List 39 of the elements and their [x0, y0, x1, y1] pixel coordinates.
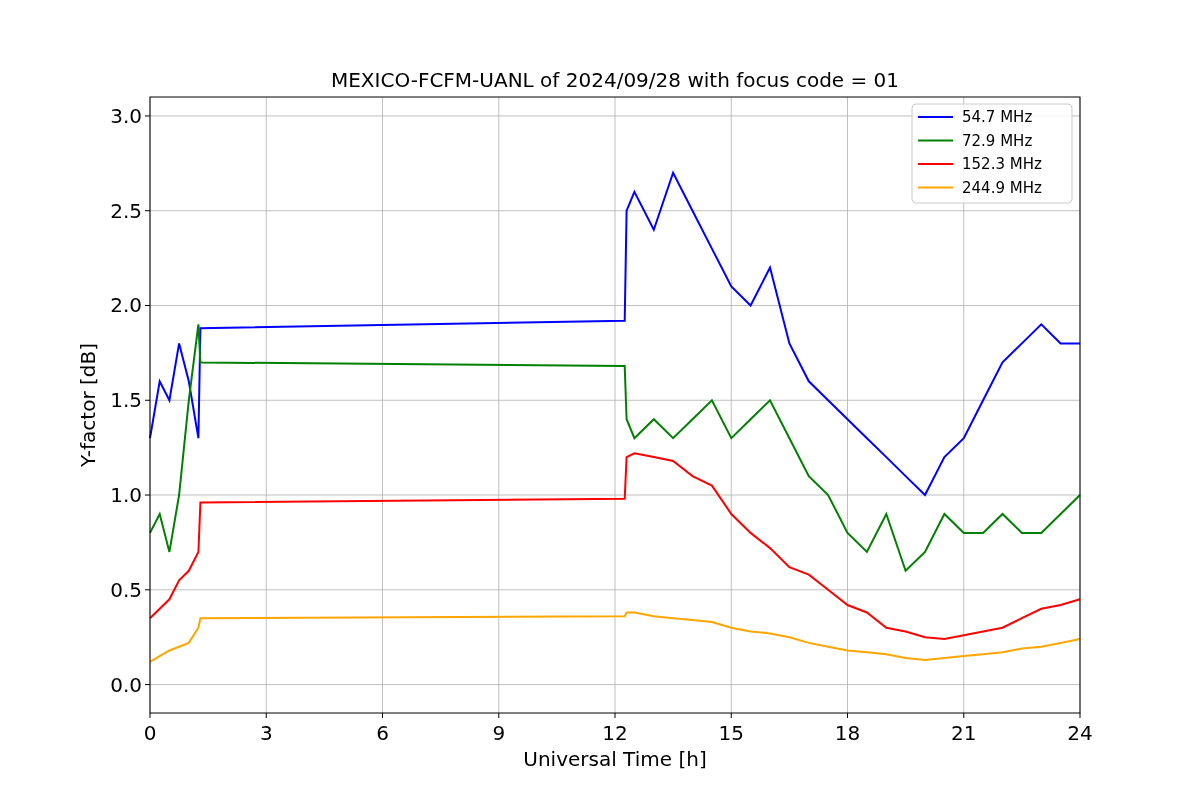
- y-tick-label: 0.0: [110, 672, 142, 697]
- legend-label: 244.9 MHz: [962, 178, 1042, 197]
- x-axis-label: Universal Time [h]: [523, 747, 707, 771]
- tick-mark: [144, 210, 151, 212]
- x-tick-label: 18: [834, 721, 861, 745]
- x-tick-label: 0: [143, 721, 157, 745]
- tick-mark: [265, 712, 267, 719]
- tick-mark: [847, 712, 848, 719]
- x-tick-label: 15: [718, 721, 744, 745]
- legend-label: 54.7 MHz: [962, 108, 1033, 126]
- x-tick-label: 6: [376, 721, 389, 745]
- y-tick-label: 3.0: [110, 103, 142, 128]
- tick-mark: [149, 712, 151, 719]
- x-tick-label: 3: [259, 721, 273, 745]
- chart-title: MEXICO-FCFM-UANL of 2024/09/28 with focus code = 01: [330, 68, 900, 92]
- x-tick-label: 21: [951, 721, 977, 745]
- legend-label: 72.9 MHz: [962, 131, 1033, 150]
- y-tick-label: 1.0: [110, 483, 142, 508]
- tick-mark: [144, 684, 151, 686]
- tick-mark: [730, 712, 732, 719]
- tick-mark: [382, 712, 383, 719]
- y-axis-label: Y-factor [dB]: [76, 343, 100, 467]
- y-tick-label: 2.5: [110, 198, 142, 223]
- x-tick-label: 24: [1067, 721, 1093, 745]
- x-tick-label: 9: [492, 721, 506, 745]
- tick-mark: [614, 712, 616, 719]
- tick-mark: [144, 494, 151, 496]
- x-tick-label: 12: [602, 721, 628, 745]
- tick-mark: [144, 305, 151, 306]
- y-tick-label: 2.0: [110, 293, 142, 318]
- tick-mark: [498, 712, 500, 719]
- tick-mark: [963, 712, 965, 719]
- tick-mark: [144, 589, 151, 591]
- tick-mark: [1079, 712, 1081, 719]
- y-tick-label: 0.5: [110, 577, 142, 602]
- y-tick-label: 1.5: [110, 388, 142, 413]
- tick-mark: [144, 399, 151, 401]
- legend-label: 152.3 MHz: [962, 155, 1042, 173]
- tick-mark: [144, 115, 151, 117]
